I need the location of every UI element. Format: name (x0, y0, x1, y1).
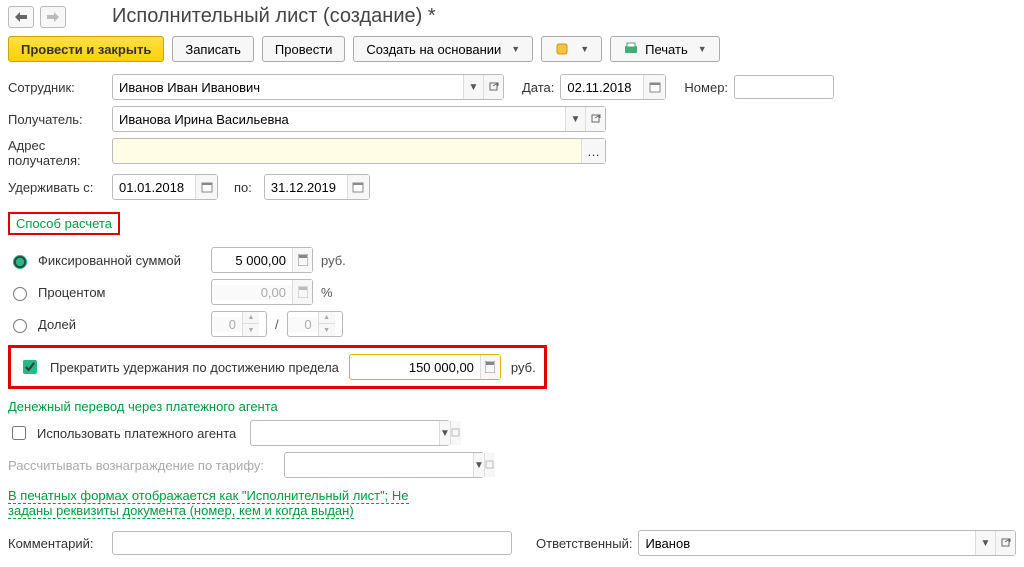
calc-percent-calc (292, 280, 312, 304)
tariff-select (285, 453, 473, 477)
spin-down: ▼ (243, 324, 259, 336)
agent-dropdown: ▼ (439, 421, 450, 445)
recipient-label: Получатель: (8, 112, 106, 127)
date-input[interactable] (561, 80, 643, 95)
arrow-left-icon (15, 12, 27, 22)
open-icon (1001, 538, 1011, 548)
recipient-open[interactable] (585, 107, 605, 131)
agent-select (251, 421, 439, 445)
calc-fixed-calc[interactable] (292, 248, 312, 272)
calc-fraction-label: Долей (38, 317, 203, 332)
toolbar: Провести и закрыть Записать Провести Соз… (8, 36, 1016, 62)
responsible-dropdown[interactable]: ▼ (975, 531, 995, 555)
limit-checkbox[interactable] (23, 360, 37, 374)
agent-section-title: Денежный перевод через платежного агента (8, 399, 1016, 414)
chevron-down-icon: ▼ (698, 44, 707, 54)
printer-icon (623, 41, 639, 57)
post-and-close-button[interactable]: Провести и закрыть (8, 36, 164, 62)
employee-label: Сотрудник: (8, 80, 106, 95)
number-label: Номер: (684, 80, 728, 95)
calculator-icon (485, 361, 495, 373)
hold-from-calendar[interactable] (195, 175, 217, 199)
recipient-dropdown[interactable]: ▼ (565, 107, 585, 131)
employee-open[interactable] (483, 75, 503, 99)
calc-fraction-radio[interactable] (13, 319, 27, 333)
tariff-open (484, 453, 495, 477)
number-input[interactable] (734, 75, 834, 99)
page-title: Исполнительный лист (создание) * (112, 5, 436, 28)
employee-input[interactable] (113, 75, 463, 99)
attachment-button[interactable]: ▼ (541, 36, 602, 62)
open-icon (591, 114, 601, 124)
calc-fixed-input[interactable] (212, 253, 292, 268)
chevron-down-icon: ▼ (580, 44, 589, 54)
forward-button[interactable] (40, 6, 66, 28)
limit-label: Прекратить удержания по достижению преде… (50, 360, 339, 375)
addr-input[interactable] (113, 139, 581, 163)
limit-input[interactable] (350, 360, 480, 375)
fraction-slash: / (275, 317, 279, 332)
calc-percent-label: Процентом (38, 285, 203, 300)
hold-to-calendar[interactable] (347, 175, 369, 199)
tariff-dropdown: ▼ (473, 453, 484, 477)
calc-percent-input (212, 285, 292, 300)
limit-highlight: Прекратить удержания по достижению преде… (8, 345, 547, 389)
create-based-label: Создать на основании (366, 42, 501, 57)
create-based-button[interactable]: Создать на основании ▼ (353, 36, 533, 62)
limit-unit: руб. (511, 360, 536, 375)
calculator-icon (298, 254, 308, 266)
agent-open (450, 421, 461, 445)
spin-up: ▲ (319, 312, 335, 324)
hold-to-input[interactable] (265, 180, 347, 195)
calc-fraction-den (288, 317, 318, 332)
responsible-open[interactable] (995, 531, 1015, 555)
employee-dropdown[interactable]: ▼ (463, 75, 483, 99)
addr-label-1: Адрес (8, 138, 106, 153)
hold-to-label: по: (234, 180, 252, 195)
calculator-icon (298, 286, 308, 298)
open-icon (451, 428, 461, 438)
spin-down: ▼ (319, 324, 335, 336)
open-icon (485, 460, 495, 470)
calc-percent-radio[interactable] (13, 287, 27, 301)
addr-edit-button[interactable]: … (581, 139, 605, 163)
responsible-input[interactable] (639, 531, 975, 555)
calc-fraction-num (212, 317, 242, 332)
save-button[interactable]: Записать (172, 36, 254, 62)
clip-icon (554, 41, 570, 57)
date-calendar-button[interactable] (643, 75, 665, 99)
use-agent-checkbox[interactable] (12, 426, 26, 440)
print-button[interactable]: Печать ▼ (610, 36, 720, 62)
limit-calc[interactable] (480, 355, 500, 379)
print-form-link[interactable]: В печатных формах отображается как "Испо… (8, 488, 409, 519)
comment-input[interactable] (112, 531, 512, 555)
date-label: Дата: (522, 80, 554, 95)
print-label: Печать (645, 42, 688, 57)
back-button[interactable] (8, 6, 34, 28)
post-button[interactable]: Провести (262, 36, 346, 62)
hold-from-input[interactable] (113, 180, 195, 195)
tariff-label: Рассчитывать вознаграждение по тарифу: (8, 458, 278, 473)
addr-label-2: получателя: (8, 153, 106, 168)
calendar-icon (352, 181, 364, 193)
open-icon (489, 82, 499, 92)
spin-up: ▲ (243, 312, 259, 324)
calendar-icon (649, 81, 661, 93)
calc-section-title: Способ расчета (8, 212, 120, 235)
comment-label: Комментарий: (8, 536, 106, 551)
arrow-right-icon (47, 12, 59, 22)
calendar-icon (201, 181, 213, 193)
chevron-down-icon: ▼ (511, 44, 520, 54)
calc-fixed-unit: руб. (321, 253, 346, 268)
responsible-label: Ответственный: (536, 536, 632, 551)
hold-from-label: Удерживать с: (8, 180, 106, 195)
use-agent-label: Использовать платежного агента (37, 426, 242, 441)
calc-fixed-label: Фиксированной суммой (38, 253, 203, 268)
recipient-input[interactable] (113, 107, 565, 131)
calc-percent-unit: % (321, 285, 333, 300)
calc-fixed-radio[interactable] (13, 255, 27, 269)
